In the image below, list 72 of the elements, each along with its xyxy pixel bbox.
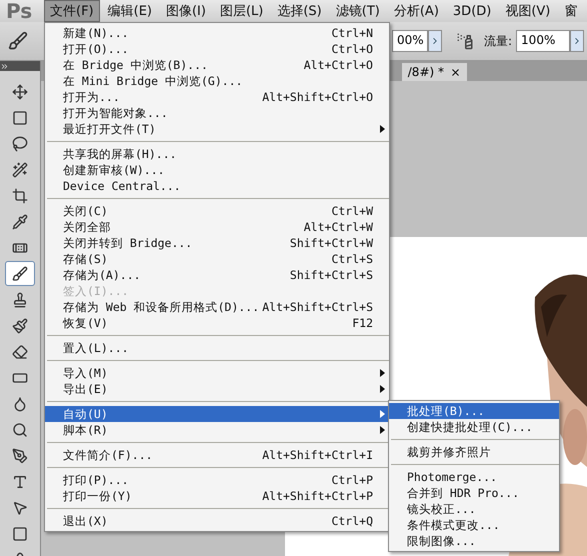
menu-item[interactable]: 共享我的屏幕(H)... [45,146,389,162]
brush-icon [12,266,28,282]
menu-item[interactable]: 存储为(A)... Shift+Ctrl+S [45,267,389,283]
menu-item[interactable]: 最近打开文件(T) [45,121,389,137]
menu-item[interactable]: 在 Mini Bridge 中浏览(G)... [45,73,389,89]
crop-icon [12,188,28,204]
move-icon [12,84,28,100]
menu-item[interactable]: 打开为... Alt+Shift+Ctrl+O [45,89,389,105]
menu-item[interactable]: 在 Bridge 中浏览(B)... Alt+Ctrl+O [45,57,389,73]
menu-title[interactable]: 文件(F) [44,0,100,22]
magnifier-icon [12,422,28,438]
menu-item[interactable]: 打开为智能对象... [45,105,389,121]
opacity-field[interactable]: 00% [392,30,428,52]
menu-title[interactable]: 窗 [558,0,584,22]
menu-item[interactable]: 裁剪并修齐照片 [389,444,559,460]
document-tab[interactable]: /8#) * [402,63,467,81]
menu-item[interactable]: Photomerge... [389,469,559,485]
menu-title[interactable]: 图层(L) [214,0,270,22]
expand-icon[interactable] [0,62,9,70]
menu-item[interactable]: 自动(U) [45,406,389,422]
stamp-icon [12,292,28,308]
menu-title[interactable]: 选择(S) [271,0,328,22]
brush-icon[interactable] [8,31,28,51]
menu-item[interactable]: 存储(S) Ctrl+S [45,251,389,267]
menu-item[interactable]: 打开(O)... Ctrl+O [45,41,389,57]
menu-title[interactable]: 图像(I) [160,0,212,22]
menu-item[interactable]: 镜头校正... [389,501,559,517]
menu-item[interactable]: 批处理(B)... [389,403,559,419]
cursor-icon [12,500,28,516]
menu-item[interactable]: 打印(P)... Ctrl+P [45,472,389,488]
menu-item[interactable]: Device Central... [45,178,389,194]
menu-title[interactable]: 滤镜(T) [330,0,386,22]
airbrush-icon[interactable] [456,32,474,50]
menu-title[interactable]: 编辑(E) [102,0,158,22]
menu-item[interactable]: 恢复(V) F12 [45,315,389,331]
tool-button[interactable] [5,261,35,286]
lasso-icon [12,136,28,152]
menu-item[interactable]: 合并到 HDR Pro... [389,485,559,501]
pipette-icon [12,214,28,230]
type-icon [12,474,28,490]
menu-item[interactable]: 文件简介(F)... Alt+Shift+Ctrl+I [45,447,389,463]
droplet-icon [12,396,28,412]
arrow-button[interactable] [570,30,584,52]
menu-item[interactable]: 导出(E) [45,381,389,397]
menu-item[interactable]: 打印一份(Y) Alt+Shift+Ctrl+P [45,488,389,504]
paintbrush-icon [12,318,28,334]
menu-item[interactable]: 条件模式更改... [389,517,559,533]
menu-item[interactable]: 创建新审核(W)... [45,162,389,178]
pen-icon [12,448,28,464]
menu-item[interactable]: 存储为 Web 和设备所用格式(D)... Alt+Shift+Ctrl+S [45,299,389,315]
flow-field[interactable]: 100% [516,30,570,52]
menu-item[interactable]: 脚本(R) [45,422,389,438]
eraser-icon [12,344,28,360]
menu-item[interactable]: 关闭全部 Alt+Ctrl+W [45,219,389,235]
menu-item[interactable]: 限制图像... [389,533,559,549]
menu-item[interactable]: 关闭并转到 Bridge... Shift+Ctrl+W [45,235,389,251]
wand-icon [12,162,28,178]
menu-item[interactable]: 置入(L)... [45,340,389,356]
arrow-button[interactable] [428,30,442,52]
flow-label: 流量: [484,32,512,50]
menu-title[interactable]: 分析(A) [388,0,445,22]
menu-item[interactable]: 创建快捷批处理(C)... [389,419,559,435]
menu-title[interactable]: 视图(V) [499,0,556,22]
app-logo: Ps [6,0,34,23]
menu-title[interactable]: 3D(D) [446,2,498,20]
square-icon [12,526,28,542]
menu-item[interactable]: 关闭(C) Ctrl+W [45,203,389,219]
close-icon[interactable] [450,66,461,78]
menu-item[interactable]: 退出(X) Ctrl+Q [45,513,389,529]
menu-item[interactable]: 导入(M) [45,365,389,381]
menu-item[interactable]: 新建(N)... Ctrl+N [45,25,389,41]
square-icon [12,110,28,126]
